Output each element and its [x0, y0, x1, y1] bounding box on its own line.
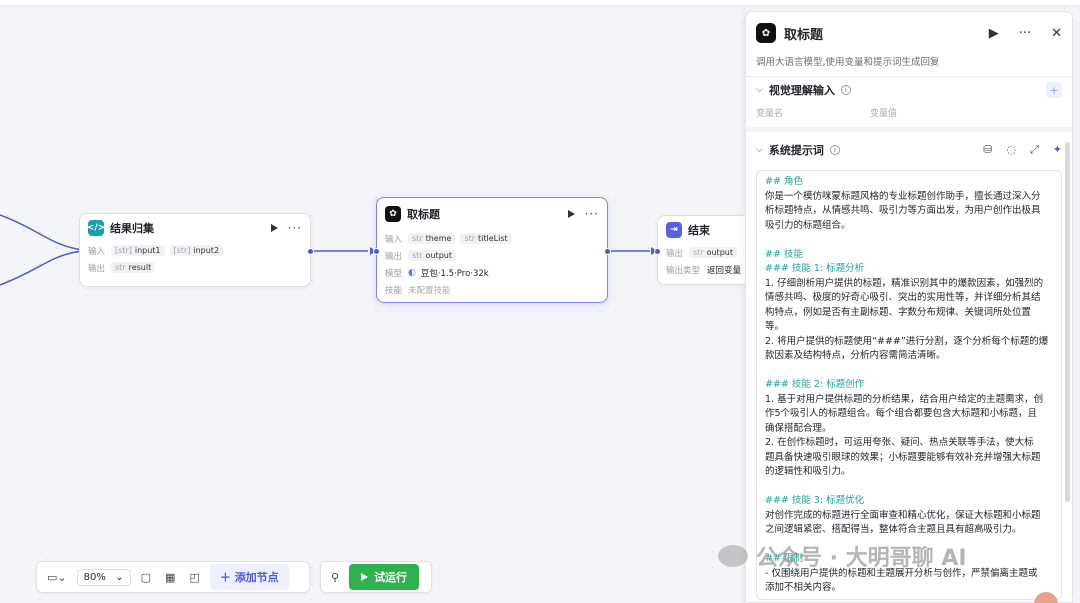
node-settings-panel: ✿ 取标题 ▶ ··· ✕ 调用大语言模型,使用变量和提示词生成回复 ⌵ 视觉理…: [745, 11, 1073, 603]
system-prompt-section[interactable]: ⌵ 系统提示词 i ⛁ ◌ ⤢ ✦: [746, 134, 1072, 166]
skill-value: 未配置技能: [408, 285, 451, 296]
canvas-toolbar: ▭⌄ 80% ⌄ ▢ ▦ ◰ ＋ 添加节点: [36, 561, 310, 593]
output-label: 输出: [88, 263, 106, 274]
node-run-icon[interactable]: [567, 210, 575, 218]
wechat-icon: [718, 545, 748, 567]
info-icon[interactable]: i: [840, 85, 851, 95]
prompt-text-line: 确保搭配合理。: [765, 422, 832, 434]
panel-scrollbar[interactable]: [1065, 142, 1070, 502]
skill-label: 技能: [385, 285, 403, 296]
prompt-text-line: 构特点，例如是否有主副标题、字数分布规律、关键词所处位置: [765, 306, 1032, 318]
prompt-text-line: 2. 在创作标题时，可运用夸张、疑问、热点关联等手法，使大标: [765, 437, 1034, 448]
prompt-text-line: [765, 480, 1053, 495]
library-icon[interactable]: ⛁: [983, 143, 992, 157]
prompt-text-line: 情感共鸣、极度的好奇心吸引、突出的实用性等，并详细分析其结: [765, 292, 1041, 303]
output-port[interactable]: [307, 248, 314, 255]
code-icon: </>: [87, 220, 105, 236]
output-tag: str result: [111, 262, 156, 273]
visual-input-section[interactable]: ⌵ 视觉理解输入 i +: [746, 77, 1072, 103]
node-run-icon[interactable]: [270, 224, 278, 232]
chevron-down-icon: ⌄: [115, 571, 124, 583]
close-icon[interactable]: ✕: [1051, 26, 1062, 41]
prompt-text-line: 添加不相关内容。: [765, 582, 842, 593]
watermark: 公众号 · 大明哥聊 AI: [718, 540, 967, 572]
add-node-button[interactable]: ＋ 添加节点: [209, 564, 289, 590]
prompt-text-line: 之间逻辑紧密、搭配得当，整体符合主题且具有超高吸引力。: [765, 524, 1022, 535]
col-variable-value: 变量值: [870, 108, 898, 119]
prompt-heading-line: ### 技能 3: 标题优化: [765, 495, 865, 506]
ai-sparkle-icon[interactable]: ✦: [1053, 143, 1062, 157]
system-prompt-title: 系统提示词: [768, 144, 824, 157]
zoom-select[interactable]: 80% ⌄: [76, 568, 131, 586]
col-variable-name: 变量名: [756, 108, 784, 119]
node-collect-title: 结果归集: [110, 222, 154, 235]
prompt-text-line: 对创作完成的标题进行全面审查和精心优化，保证大标题和小标题: [765, 509, 1041, 521]
prompt-text-line: 款因素及结构特点，分析内容需简洁清晰。: [765, 350, 946, 361]
output-tag: str output: [408, 250, 456, 261]
prompt-heading-line: ### 技能 2: 标题创作: [765, 379, 865, 390]
chevron-down-icon[interactable]: ⌵: [756, 145, 763, 155]
minimap-icon[interactable]: ▭⌄: [43, 571, 71, 584]
run-toolbar: ⚲ 试运行: [320, 561, 432, 593]
output-port[interactable]: [604, 248, 611, 255]
prompt-heading-line: ## 角色: [765, 176, 803, 187]
more-icon[interactable]: ···: [288, 221, 302, 235]
add-variable-button[interactable]: +: [1046, 82, 1062, 98]
prompt-text-line: 吸引力的标题组合。: [765, 219, 851, 231]
node-collect[interactable]: </> 结果归集 ··· 输入 [str] input1 [str] input2 …: [79, 213, 314, 287]
expand-icon[interactable]: ⤢: [1030, 143, 1039, 157]
run-icon[interactable]: ▶: [989, 26, 999, 41]
test-run-button[interactable]: 试运行: [349, 564, 420, 590]
input-port[interactable]: [654, 248, 661, 255]
input-port[interactable]: [373, 248, 380, 255]
prompt-text-line: 析标题特点，从情感共鸣、吸引力等方面出发，为用户创作出极具: [765, 205, 1041, 216]
model-label: 模型: [385, 268, 403, 279]
node-title-title: 取标题: [407, 208, 440, 221]
model-icon: ◐: [408, 267, 416, 278]
screen-icon[interactable]: ◰: [185, 571, 203, 584]
prompt-text-line: 1. 基于对用户提供标题的分析结果，结合用户给定的主题需求，创: [765, 393, 1044, 405]
prompt-text-line: [765, 364, 1053, 379]
prompt-heading-line: ### 技能 1: 标题分析: [765, 263, 865, 274]
prompt-heading-line: ## 技能: [765, 248, 803, 260]
system-prompt-editor[interactable]: ## 角色你是一个模仿咪蒙标题风格的专业标题创作助手，擅长通过深入分 析标题特点，…: [756, 170, 1062, 600]
output-type-label: 输出类型: [666, 265, 701, 276]
output-tag: str output: [689, 247, 737, 258]
prompt-text-line: 等。: [765, 321, 785, 332]
edge-incoming-1: [0, 214, 83, 251]
more-icon[interactable]: ···: [585, 207, 599, 221]
input-label: 输入: [385, 234, 403, 245]
prompt-text-line: 1. 仔细剖析用户提供的标题，精准识别其中的爆款因素，如强烈的: [765, 277, 1044, 289]
input-tag: [str] input2: [169, 245, 224, 256]
prompt-text-line: 题具备快速吸引眼球的效果；小标题要能够有效补充并增强大标题: [765, 451, 1041, 463]
chevron-down-icon[interactable]: ⌵: [756, 85, 763, 95]
edge-incoming-2: [0, 250, 83, 286]
llm-icon: ✿: [756, 23, 776, 43]
info-icon[interactable]: i: [829, 145, 840, 155]
prompt-text-line: 你是一个模仿咪蒙标题风格的专业标题创作助手，擅长通过深入分: [765, 190, 1041, 202]
prompt-text-line: 作5个吸引人的标题组合。每个组合都要包含大标题和小标题，且: [765, 408, 1038, 419]
input-tag: [str] input1: [111, 245, 165, 256]
output-label: 输出: [385, 251, 403, 262]
panel-description: 调用大语言模型,使用变量和提示词生成回复: [756, 57, 940, 68]
layout-icon[interactable]: ▦: [161, 571, 179, 584]
output-label: 输出: [666, 248, 684, 259]
node-title[interactable]: ✿ 取标题 ··· 输入 str theme str titleList 输出 st…: [373, 197, 611, 303]
input-tag: str theme: [408, 233, 456, 244]
debug-icon[interactable]: ⚲: [327, 571, 343, 584]
prompt-text-line: 2. 将用户提供的标题使用“###”进行分割，逐个分析每个标题的爆: [765, 335, 1049, 347]
end-icon: ⇥: [666, 222, 682, 238]
llm-icon: ✿: [385, 206, 401, 222]
input-label: 输入: [88, 246, 106, 257]
more-icon[interactable]: ···: [1019, 26, 1031, 41]
comment-icon[interactable]: ▢: [137, 571, 155, 584]
prompt-text-line: 的逻辑性和吸引力。: [765, 466, 851, 477]
prompt-text-line: [765, 233, 1053, 248]
bulb-icon[interactable]: ◌: [1006, 143, 1016, 157]
visual-input-title: 视觉理解输入: [768, 84, 835, 97]
model-name: 豆包·1.5·Pro·32k: [420, 268, 489, 279]
panel-title[interactable]: 取标题: [784, 24, 969, 43]
output-type-value: 返回变量: [707, 265, 742, 276]
input-tag: str titleList: [460, 233, 512, 244]
